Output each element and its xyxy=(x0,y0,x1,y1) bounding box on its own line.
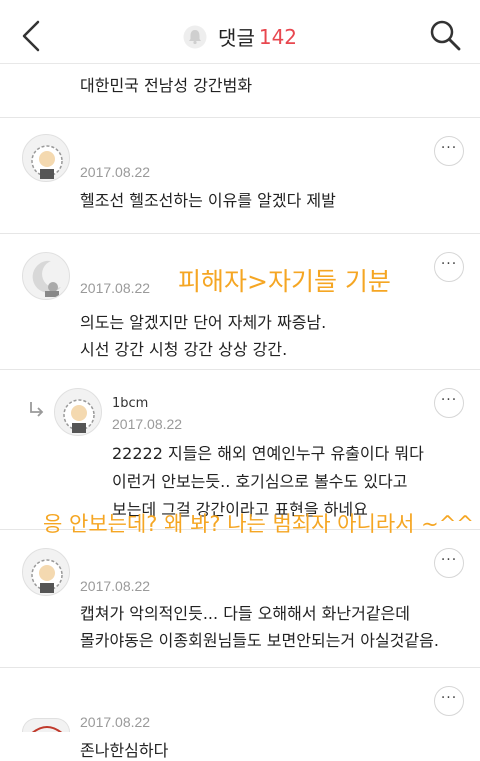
more-button[interactable]: ··· xyxy=(434,686,464,716)
comment-body: 캡쳐가 악의적인듯... 다들 오해해서 화난거같은데 몰카야동은 이종회원님들… xyxy=(80,604,439,650)
overlay-annotation: 응 안보는데? 왜 봐? 나는 범죄자 아니라서 ~^^ xyxy=(43,512,474,536)
more-button[interactable]: ··· xyxy=(434,548,464,578)
comment-item: 2017.08.22 ··· 캡쳐가 악의적인듯... 다들 오해해서 화난거같… xyxy=(0,530,480,668)
comment-body: 의도는 알겠지만 단어 자체가 짜증남. 시선 강간 시청 강간 상상 강간. xyxy=(80,313,327,359)
header-title-group: 댓글 142 xyxy=(0,22,480,51)
comment-item: 2017.08.22 ··· 의도는 알겠지만 단어 자체가 짜증남. 시선 강… xyxy=(0,234,480,370)
comment-item: 2017.08.22 ··· 존나한심하다 xyxy=(0,668,480,761)
comment-body: 헬조선 헬조선하는 이유를 알겠다 제발 xyxy=(80,191,336,210)
comment-item: 대한민국 전남성 강간범화 xyxy=(0,64,480,118)
comment-count: 142 xyxy=(258,24,298,49)
comments-header: 댓글 142 xyxy=(0,8,480,64)
page-title: 댓글 xyxy=(218,26,255,50)
avatar-icon[interactable] xyxy=(22,548,70,596)
more-button[interactable]: ··· xyxy=(434,388,464,418)
comment-body: 대한민국 전남성 강간범화 xyxy=(80,76,253,95)
comment-item: 2017.08.22 ··· 헬조선 헬조선하는 이유를 알겠다 제발 xyxy=(0,118,480,234)
bell-icon xyxy=(183,25,207,48)
search-icon[interactable] xyxy=(428,18,462,52)
comment-author: 1bcm xyxy=(112,396,149,411)
more-button[interactable]: ··· xyxy=(434,252,464,282)
avatar-icon[interactable] xyxy=(54,388,102,436)
comment-date: 2017.08.22 xyxy=(80,714,151,730)
reply-arrow-icon xyxy=(30,402,44,417)
comment-date: 2017.08.22 xyxy=(80,578,151,594)
comment-date: 2017.08.22 xyxy=(112,416,183,432)
status-bar xyxy=(0,0,480,8)
comment-date: 2017.08.22 xyxy=(80,280,151,296)
avatar-icon[interactable] xyxy=(22,252,70,300)
overlay-annotation: 피해자>자기들 기분 xyxy=(178,267,391,296)
comment-date: 2017.08.22 xyxy=(80,164,151,180)
reply-item: 1bcm 2017.08.22 ··· 22222 지들은 해외 연예인누구 유… xyxy=(0,370,480,530)
more-button[interactable]: ··· xyxy=(434,136,464,166)
avatar-icon[interactable] xyxy=(22,718,70,732)
avatar-icon[interactable] xyxy=(22,134,70,182)
comment-body: 존나한심하다 xyxy=(80,741,169,760)
